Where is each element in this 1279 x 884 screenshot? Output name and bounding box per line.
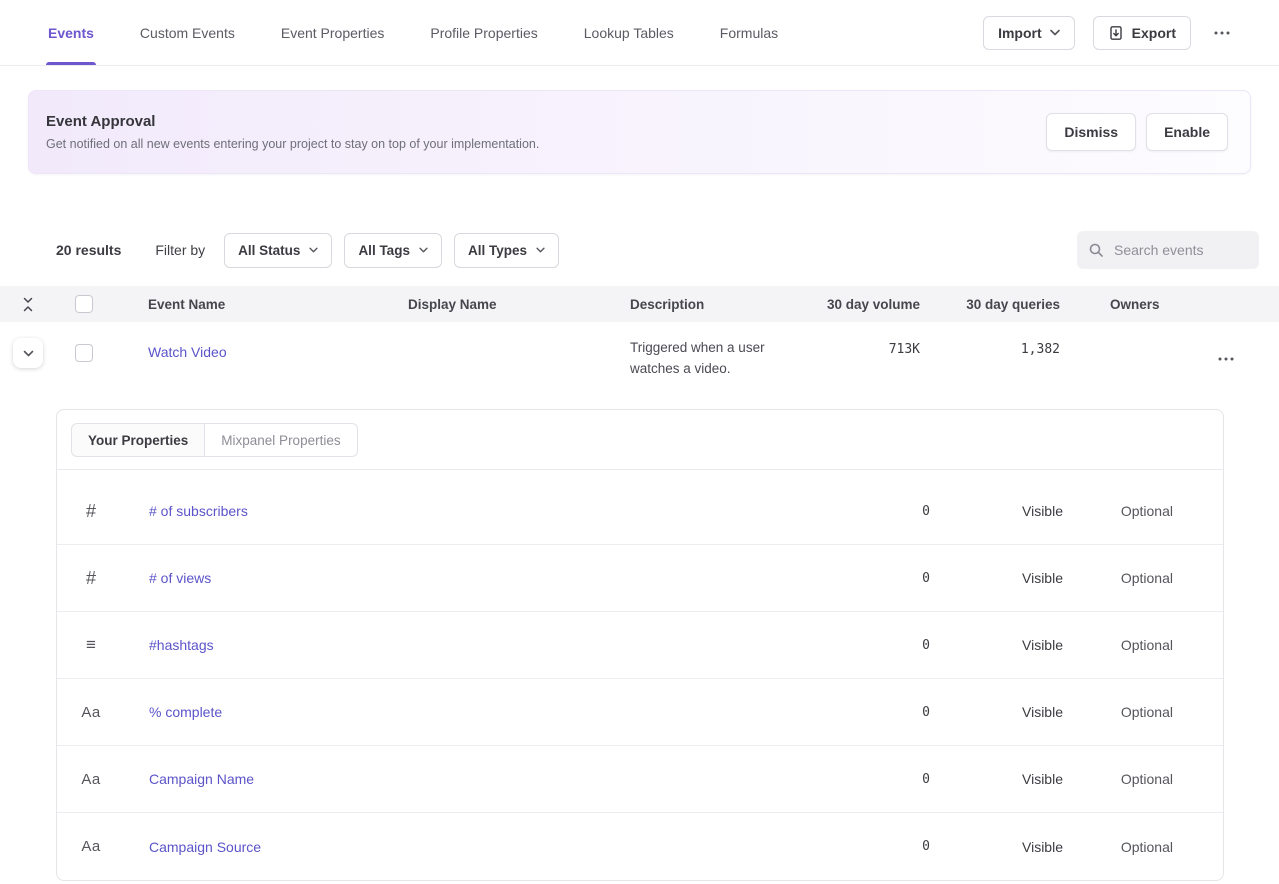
tags-filter-dropdown[interactable]: All Tags	[344, 233, 442, 268]
event-30-day-volume: 713K	[889, 342, 920, 357]
tab-your-properties[interactable]: Your Properties	[71, 423, 205, 457]
property-name-link[interactable]: # of views	[149, 570, 211, 586]
top-navigation: Events Custom Events Event Properties Pr…	[0, 0, 1279, 66]
property-name-link[interactable]: #hashtags	[149, 637, 214, 653]
export-button[interactable]: Export	[1093, 16, 1191, 50]
status-filter-dropdown[interactable]: All Status	[224, 233, 332, 268]
import-button[interactable]: Import	[983, 16, 1075, 50]
chevron-down-icon	[23, 350, 34, 357]
column-header-display-name: Display Name	[408, 297, 630, 312]
enable-button[interactable]: Enable	[1146, 113, 1228, 151]
more-icon	[1213, 24, 1231, 42]
property-visibility: Visible	[930, 771, 1063, 787]
number-icon: #	[77, 568, 105, 589]
chevron-down-icon	[536, 247, 545, 253]
chevron-down-icon	[419, 247, 428, 253]
tab-lookup-tables[interactable]: Lookup Tables	[584, 0, 674, 65]
dismiss-button[interactable]: Dismiss	[1046, 113, 1136, 151]
text-icon: Aa	[77, 771, 105, 788]
column-header-30-day-volume: 30 day volume	[800, 297, 920, 312]
properties-panel-tabs: Your Properties Mixpanel Properties	[57, 410, 1223, 470]
banner-subtitle: Get notified on all new events entering …	[46, 137, 539, 151]
property-row[interactable]: ≡ #hashtags 0 Visible Optional	[57, 612, 1223, 679]
results-count: 20 results	[56, 242, 121, 258]
property-visibility: Visible	[930, 570, 1063, 586]
property-name-link[interactable]: Campaign Name	[149, 771, 254, 787]
property-name-link[interactable]: Campaign Source	[149, 839, 261, 855]
list-icon: ≡	[77, 635, 105, 655]
select-all-checkbox[interactable]	[75, 295, 93, 313]
property-count: 0	[850, 839, 930, 854]
property-requirement: Optional	[1063, 771, 1173, 787]
search-icon	[1088, 242, 1104, 258]
property-requirement: Optional	[1063, 570, 1173, 586]
property-count: 0	[850, 705, 930, 720]
property-count: 0	[850, 571, 930, 586]
row-expander-button[interactable]	[13, 338, 43, 368]
chevron-down-icon	[309, 247, 318, 253]
column-header-30-day-queries: 30 day queries	[920, 297, 1060, 312]
text-icon: Aa	[77, 838, 105, 855]
filter-bar: 20 results Filter by All Status All Tags…	[0, 231, 1279, 269]
nav-more-button[interactable]	[1209, 20, 1235, 46]
search-input[interactable]	[1112, 241, 1248, 259]
table-header-row: Event Name Display Name Description 30 d…	[0, 286, 1279, 322]
column-header-description: Description	[630, 297, 800, 312]
status-filter-label: All Status	[238, 243, 300, 258]
event-30-day-queries: 1,382	[1021, 342, 1060, 357]
tags-filter-label: All Tags	[358, 243, 410, 258]
banner-text: Event Approval Get notified on all new e…	[46, 113, 539, 151]
types-filter-dropdown[interactable]: All Types	[454, 233, 559, 268]
tab-mixpanel-properties[interactable]: Mixpanel Properties	[205, 423, 357, 457]
property-visibility: Visible	[930, 637, 1063, 653]
text-icon: Aa	[77, 704, 105, 721]
properties-panel: Your Properties Mixpanel Properties # # …	[56, 409, 1224, 881]
column-header-owners: Owners	[1060, 297, 1210, 312]
property-requirement: Optional	[1063, 839, 1173, 855]
row-more-button[interactable]	[1213, 346, 1239, 372]
row-checkbox[interactable]	[75, 344, 93, 362]
property-list: # # of subscribers 0 Visible Optional # …	[57, 470, 1223, 880]
property-requirement: Optional	[1063, 503, 1173, 519]
import-button-label: Import	[998, 25, 1042, 41]
tab-formulas[interactable]: Formulas	[720, 0, 778, 65]
tab-custom-events[interactable]: Custom Events	[140, 0, 235, 65]
property-row[interactable]: Aa Campaign Name 0 Visible Optional	[57, 746, 1223, 813]
search-events-box[interactable]	[1077, 231, 1259, 269]
collapse-all-icon[interactable]	[21, 297, 35, 312]
property-row[interactable]: Aa Campaign Source 0 Visible Optional	[57, 813, 1223, 880]
property-name-link[interactable]: # of subscribers	[149, 503, 248, 519]
nav-tabs: Events Custom Events Event Properties Pr…	[48, 0, 778, 65]
event-name-link[interactable]: Watch Video	[148, 344, 227, 360]
property-requirement: Optional	[1063, 704, 1173, 720]
property-row[interactable]: Aa % complete 0 Visible Optional	[57, 679, 1223, 746]
export-icon	[1108, 25, 1124, 41]
property-row[interactable]: # # of views 0 Visible Optional	[57, 545, 1223, 612]
event-approval-banner: Event Approval Get notified on all new e…	[28, 90, 1251, 174]
export-button-label: Export	[1132, 25, 1176, 41]
table-row: Watch Video Triggered when a user watche…	[0, 322, 1279, 390]
types-filter-label: All Types	[468, 243, 527, 258]
number-icon: #	[77, 501, 105, 522]
tab-profile-properties[interactable]: Profile Properties	[430, 0, 537, 65]
property-count: 0	[850, 772, 930, 787]
chevron-down-icon	[1050, 29, 1060, 36]
filter-by-label: Filter by	[155, 242, 205, 258]
event-description: Triggered when a user watches a video.	[630, 338, 800, 380]
property-row[interactable]: # # of subscribers 0 Visible Optional	[57, 478, 1223, 545]
property-visibility: Visible	[930, 839, 1063, 855]
more-icon	[1217, 350, 1235, 368]
property-name-link[interactable]: % complete	[149, 704, 222, 720]
tab-events[interactable]: Events	[48, 0, 94, 65]
property-visibility: Visible	[930, 503, 1063, 519]
property-requirement: Optional	[1063, 637, 1173, 653]
column-header-event-name: Event Name	[112, 297, 408, 312]
property-count: 0	[850, 638, 930, 653]
banner-title: Event Approval	[46, 113, 539, 130]
property-visibility: Visible	[930, 704, 1063, 720]
tab-event-properties[interactable]: Event Properties	[281, 0, 385, 65]
property-count: 0	[850, 504, 930, 519]
